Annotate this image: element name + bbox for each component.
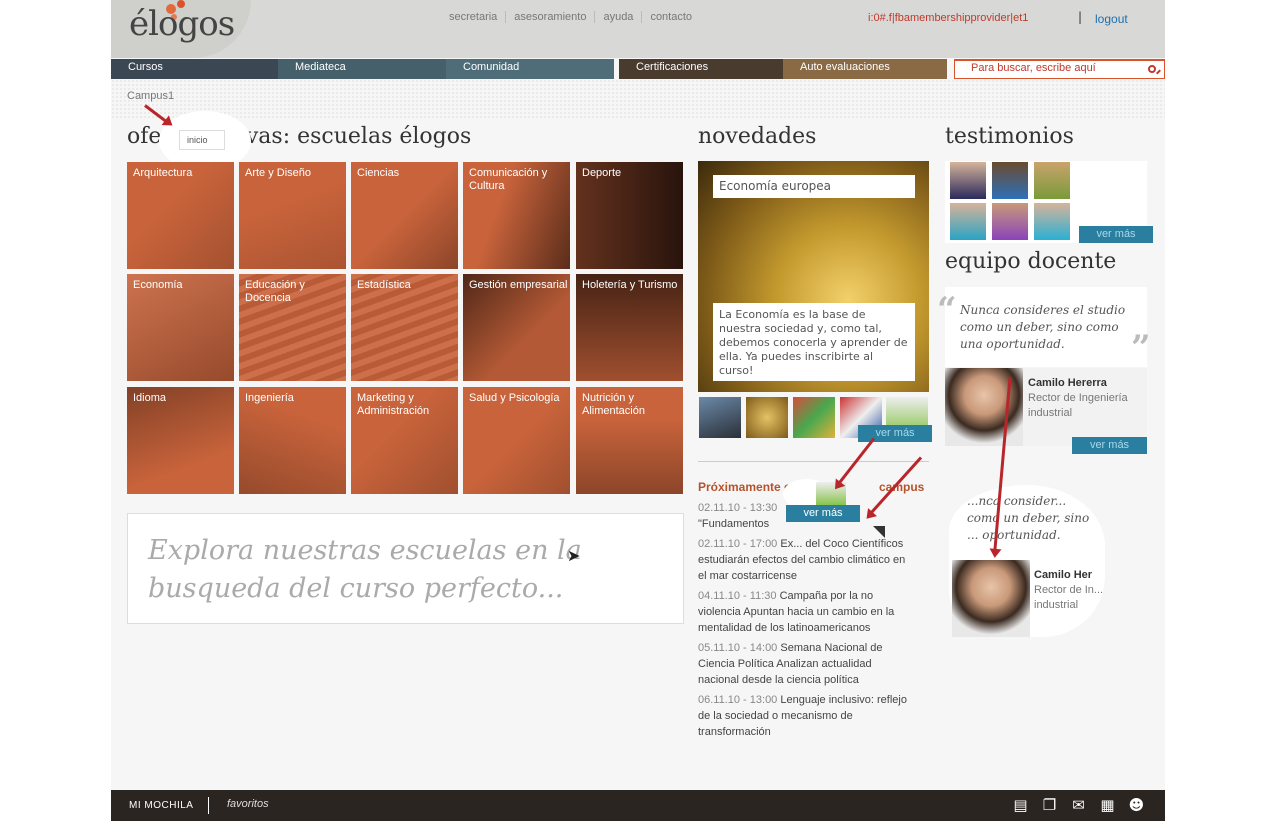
- explore-text: Explora nuestras escuelas en la busqueda…: [148, 535, 582, 604]
- header: élogos secretaria asesoramiento ayuda co…: [111, 0, 1165, 58]
- faculty-role: Rector de Ingeniería industrial: [1028, 392, 1128, 419]
- mouse-cursor-icon: ➤: [567, 546, 581, 565]
- testimonial-avatar[interactable]: [992, 203, 1028, 240]
- calendar-icon[interactable]: ▦: [1099, 797, 1116, 813]
- testimonial-avatar[interactable]: [1034, 162, 1070, 199]
- favoritos-link[interactable]: favoritos: [227, 798, 269, 810]
- school-tile[interactable]: Ingeniería: [239, 387, 346, 494]
- top-links: secretaria asesoramiento ayuda contacto: [441, 11, 700, 23]
- open-quote-icon: “: [937, 290, 957, 330]
- breadcrumb[interactable]: Campus1: [127, 90, 174, 102]
- school-tile[interactable]: Arte y Diseño: [239, 162, 346, 269]
- news-feature-body: La Economía es la base de nuestra socied…: [713, 303, 915, 381]
- event-item[interactable]: 02.11.10 - 17:00 Ex... del Coco Científi…: [698, 536, 913, 584]
- nav-auto-evaluaciones[interactable]: Auto evaluaciones: [783, 59, 947, 79]
- footer-divider: [208, 797, 209, 814]
- search-placeholder: Para buscar, escribe aquí: [971, 62, 1096, 74]
- mail-icon[interactable]: ✉: [1070, 797, 1087, 813]
- faculty-name-zoom: Camilo Her: [1034, 569, 1093, 581]
- school-tile[interactable]: Comunicación y Cultura: [463, 162, 570, 269]
- upcoming-title-right: campus: [879, 480, 925, 494]
- profile-icon[interactable]: ☻: [1128, 797, 1145, 813]
- top-link-asesoramiento[interactable]: asesoramiento: [506, 11, 596, 23]
- school-tile[interactable]: Deporte: [576, 162, 683, 269]
- top-link-secretaria[interactable]: secretaria: [441, 11, 507, 23]
- faculty-ver-mas-button[interactable]: ver más: [1072, 437, 1147, 454]
- news-thumb[interactable]: [746, 397, 788, 438]
- school-tile[interactable]: Holetería y Turismo: [576, 274, 683, 381]
- event-item[interactable]: 05.11.10 - 14:00 Semana Nacional de Cien…: [698, 640, 913, 688]
- school-tile[interactable]: Salud y Psicología: [463, 387, 570, 494]
- schools-grid: Arquitectura Arte y Diseño Ciencias Comu…: [127, 162, 684, 494]
- ver-mas-zoom[interactable]: ver más: [786, 505, 860, 522]
- explore-box: Explora nuestras escuelas en la busqueda…: [127, 513, 684, 624]
- page: élogos secretaria asesoramiento ayuda co…: [111, 0, 1165, 821]
- news-ver-mas-button[interactable]: ver más: [858, 425, 932, 442]
- faculty-quote: Nunca consideres el studio como un deber…: [960, 303, 1126, 351]
- testimonial-avatar[interactable]: [950, 203, 986, 240]
- faculty-quote-zoom: ...nca consider... como un deber, sino .…: [967, 494, 1090, 542]
- divider: [698, 461, 929, 463]
- search-icon[interactable]: [1148, 65, 1156, 73]
- testimonial-avatar[interactable]: [1034, 203, 1070, 240]
- nav-comunidad[interactable]: Comunidad: [446, 59, 614, 79]
- nav-cursos[interactable]: Cursos: [111, 59, 278, 79]
- footer-bar: MI MOCHILA favoritos ▤ ❐ ✉ ▦ ☻: [111, 790, 1165, 821]
- faculty-photo-zoom: [952, 560, 1030, 637]
- testimonial-avatar[interactable]: [992, 162, 1028, 199]
- school-tile[interactable]: Estadística: [351, 274, 458, 381]
- testimonials-ver-mas-button[interactable]: ver más: [1079, 226, 1153, 243]
- school-tile[interactable]: Gestión empresarial: [463, 274, 570, 381]
- faculty-title: equipo docente: [945, 249, 1117, 274]
- school-tile[interactable]: Idioma: [127, 387, 234, 494]
- school-tile[interactable]: Educación y Docencia: [239, 274, 346, 381]
- faculty-role-zoom: Rector de In... industrial: [1034, 584, 1104, 611]
- news-thumb[interactable]: [699, 397, 741, 438]
- search-input[interactable]: Para buscar, escribe aquí: [954, 59, 1165, 79]
- event-item[interactable]: 04.11.10 - 11:30 Campaña por la no viole…: [698, 588, 913, 636]
- documents-icon[interactable]: ❐: [1041, 797, 1058, 813]
- school-tile[interactable]: Arquitectura: [127, 162, 234, 269]
- header-separator: |: [1078, 10, 1083, 24]
- testimonial-avatar[interactable]: [950, 162, 986, 199]
- stats-icon[interactable]: ▤: [1012, 797, 1029, 813]
- event-item[interactable]: 06.11.10 - 13:00 Lenguaje inclusivo: ref…: [698, 692, 913, 740]
- mochila-button[interactable]: MI MOCHILA: [129, 800, 193, 811]
- logo[interactable]: élogos: [129, 4, 235, 44]
- news-feature-title[interactable]: Economía europea: [713, 175, 915, 198]
- offer-title-left: ofe: [127, 124, 162, 149]
- user-name[interactable]: i:0#.f|fbamembershipprovider|et1: [868, 12, 1028, 24]
- logout-link[interactable]: logout: [1095, 12, 1128, 26]
- offer-title-right: tivas: escuelas élogos: [230, 124, 472, 149]
- school-tile[interactable]: Ciencias: [351, 162, 458, 269]
- faculty-name[interactable]: Camilo Hererra: [1028, 377, 1107, 389]
- school-tile[interactable]: Nutrición y Alimentación: [576, 387, 683, 494]
- top-link-ayuda[interactable]: ayuda: [595, 11, 643, 23]
- event-item[interactable]: 02.11.10 - 13:30 "Fundamentos: [698, 500, 788, 532]
- news-title: novedades: [698, 124, 817, 149]
- dotted-band: [111, 79, 1165, 119]
- news-thumb[interactable]: [793, 397, 835, 438]
- nav-certificaciones[interactable]: Certificaciones: [619, 59, 783, 79]
- school-tile[interactable]: Economía: [127, 274, 234, 381]
- inicio-tooltip[interactable]: inicio: [179, 130, 225, 150]
- top-link-contacto[interactable]: contacto: [642, 11, 700, 23]
- nav-mediateca[interactable]: Mediateca: [278, 59, 446, 79]
- testimonials-title: testimonios: [945, 124, 1074, 149]
- school-tile[interactable]: Marketing y Administración: [351, 387, 458, 494]
